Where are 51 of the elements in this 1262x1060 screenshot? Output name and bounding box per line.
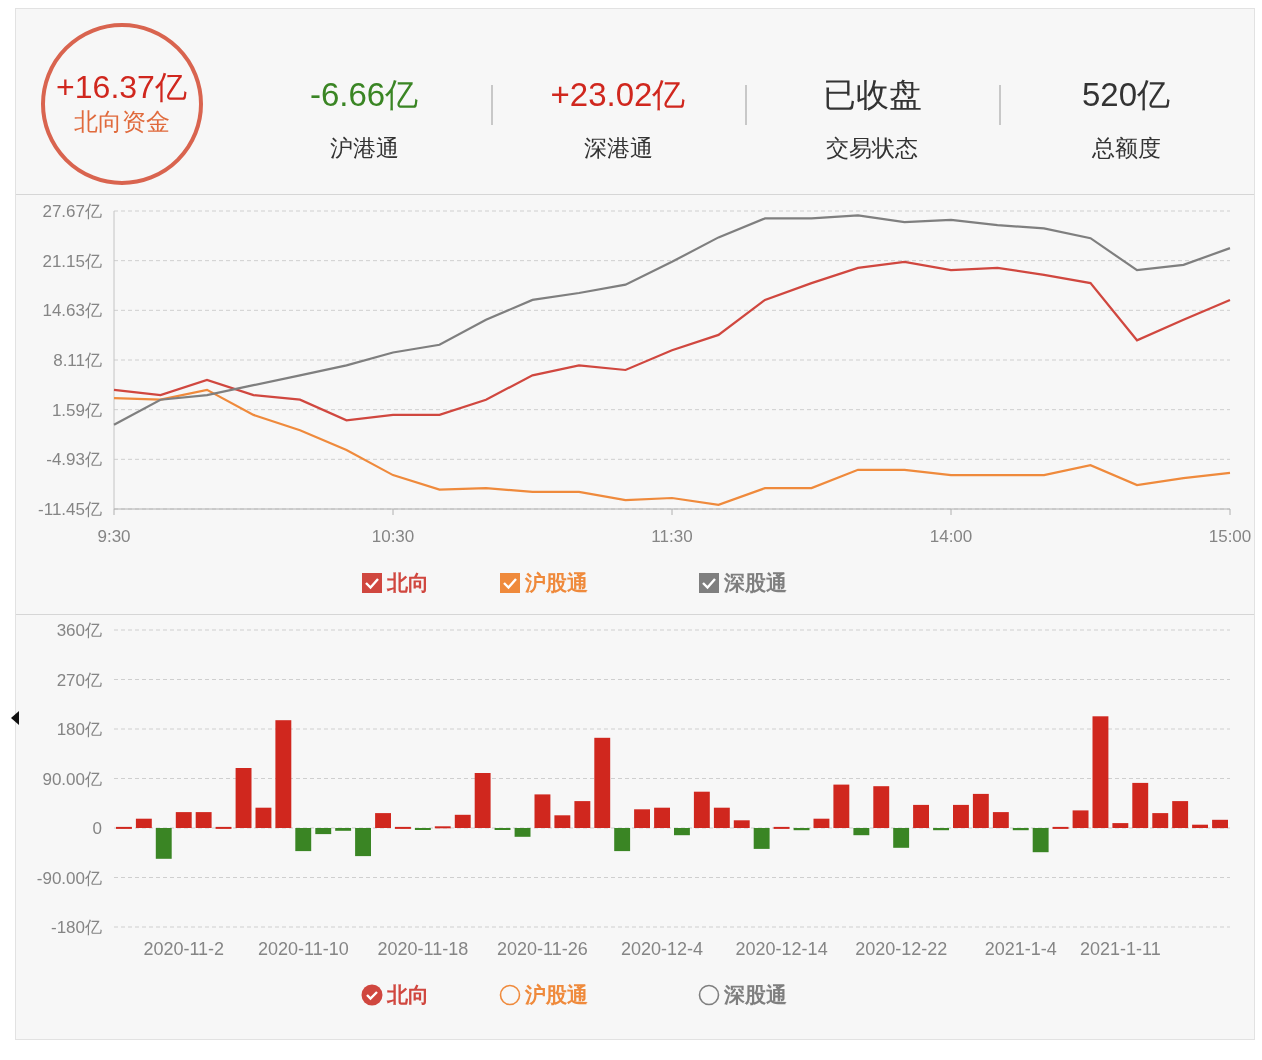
caret-icon <box>11 711 19 725</box>
checkbox[interactable] <box>361 572 383 594</box>
legend-label[interactable]: 沪股通 <box>525 979 588 1011</box>
summary-label: 北向资金 <box>73 106 170 137</box>
y-axis-label: -4.93亿 <box>46 450 102 470</box>
legend-label[interactable]: 深股通 <box>724 979 787 1011</box>
x-axis-label: 14:00 <box>929 527 973 546</box>
x-axis-label: 10:30 <box>371 527 415 546</box>
stat-label: 总额度 <box>1091 134 1161 164</box>
y-axis-label: -180亿 <box>50 918 102 937</box>
radio-button[interactable] <box>698 984 720 1006</box>
stat-label: 沪港通 <box>329 134 399 164</box>
x-axis-label: 9:30 <box>97 527 131 546</box>
summary-value: +16.37亿 <box>56 70 187 106</box>
stat-value: +23.02亿 <box>550 77 686 114</box>
radio-button[interactable] <box>499 984 521 1006</box>
x-axis-label: 2020-11-18 <box>377 939 469 959</box>
radio-button[interactable] <box>361 984 383 1006</box>
x-axis-label: 11:30 <box>651 527 693 546</box>
x-axis-label: 2020-11-10 <box>257 939 349 959</box>
x-axis-label: 2021-1-4 <box>984 939 1057 959</box>
stat-value: 520亿 <box>1081 77 1171 114</box>
y-axis-label: 360亿 <box>56 621 102 640</box>
legend-label[interactable]: 深股通 <box>724 567 787 599</box>
x-axis-label: 15:00 <box>1208 527 1252 546</box>
legend-label[interactable]: 北向 <box>387 979 429 1011</box>
y-axis-label: 180亿 <box>56 720 102 739</box>
y-axis-label: 21.15亿 <box>42 251 102 271</box>
x-axis-label: 2020-12-14 <box>735 939 828 959</box>
y-axis-label: -11.45亿 <box>38 500 102 519</box>
x-axis-label: 2020-11-26 <box>497 939 588 959</box>
y-axis-label: -90.00亿 <box>36 868 102 888</box>
y-axis-label: 90.00亿 <box>42 769 102 789</box>
x-axis-label: 2021-1-11 <box>1080 939 1161 959</box>
x-axis-label: 2020-12-4 <box>621 939 704 959</box>
checkbox[interactable] <box>499 572 521 594</box>
y-axis-label: 8.11亿 <box>53 351 102 370</box>
y-axis-label: 14.63亿 <box>42 301 102 321</box>
stat-label: 交易状态 <box>826 134 918 164</box>
checkbox[interactable] <box>698 572 720 594</box>
stat-label: 深港通 <box>583 134 653 164</box>
stat-value: -6.66亿 <box>309 77 419 114</box>
stat-value: 已收盘 <box>822 77 922 114</box>
legend-label[interactable]: 北向 <box>387 567 429 599</box>
y-axis-label: 270亿 <box>56 670 102 690</box>
y-axis-label: 0 <box>92 819 102 838</box>
legend-label[interactable]: 沪股通 <box>525 567 588 599</box>
x-axis-label: 2020-12-22 <box>855 939 948 959</box>
y-axis-label: 27.67亿 <box>42 202 102 221</box>
y-axis-label: 1.59亿 <box>51 400 102 420</box>
x-axis-label: 2020-11-2 <box>143 939 225 959</box>
